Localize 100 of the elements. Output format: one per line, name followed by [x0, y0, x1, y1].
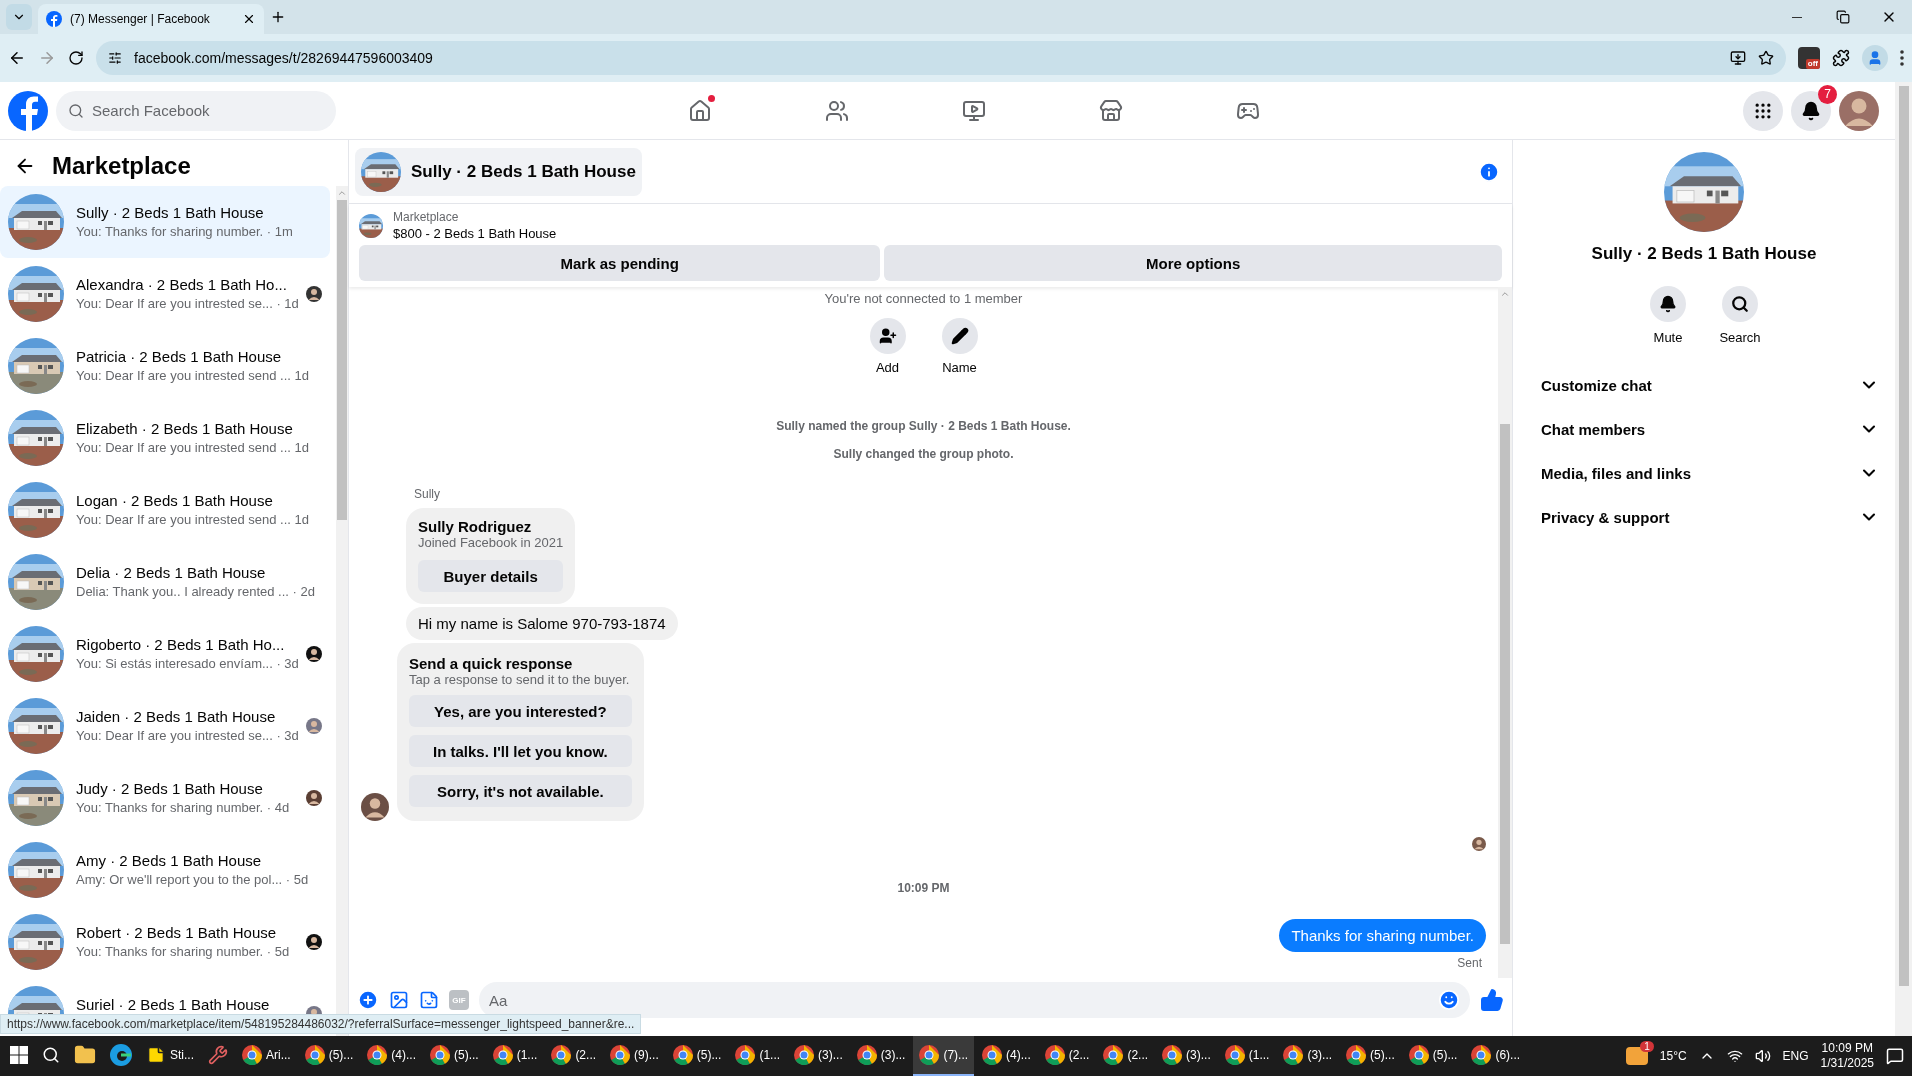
extension-button[interactable]: off — [1798, 47, 1820, 69]
new-tab-icon — [270, 9, 286, 25]
taskbar-app[interactable]: (5)... — [666, 1036, 728, 1076]
profile-button[interactable] — [1862, 45, 1888, 71]
conversation-item[interactable]: Rigoberto · 2 Beds 1 Bath Ho... You: Si estás interesado envíam... · 3d — [0, 618, 330, 690]
chrome-icon — [1346, 1045, 1367, 1065]
seen-avatar — [306, 286, 322, 302]
message-preview: You: Thanks for sharing number. · 4d — [76, 800, 291, 815]
seen-avatar — [306, 790, 322, 806]
conversation-item[interactable]: Elizabeth · 2 Beds 1 Bath House You: Dear If are you intrested send ... 1d — [0, 402, 330, 474]
back-icon — [8, 49, 26, 67]
taskbar-app[interactable]: (4)... — [361, 1036, 423, 1076]
conversation-item[interactable]: Robert · 2 Beds 1 Bath House You: Thanks for sharing number. · 5d — [0, 906, 330, 978]
message-preview: You: Dear If are you intrested send ... 1d — [76, 368, 310, 383]
message-preview: You: Dear If are you intrested send ... 1d — [76, 512, 310, 527]
conversation-item[interactable]: Patricia · 2 Beds 1 Bath House You: Dear If are you intrested send ... 1d — [0, 330, 330, 402]
conversation-name: Alexandra · 2 Beds 1 Bath Ho... — [76, 276, 288, 293]
conversation-item[interactable]: Jaiden · 2 Beds 1 Bath House You: Dear If are you intrested se... · 3d — [0, 690, 330, 762]
conversation-name: Logan · 2 Beds 1 Bath House — [76, 492, 274, 509]
accordion-section[interactable]: Media, files and links — [1529, 451, 1879, 495]
accordion-section[interactable]: Customize chat — [1529, 363, 1879, 407]
conversation-item[interactable]: Alexandra · 2 Beds 1 Bath Ho... You: Dear If are you intrested se... · 1d — [0, 258, 330, 330]
buyer-details-button[interactable]: Buyer details — [418, 560, 564, 592]
taskbar-app[interactable]: (7)... — [913, 1036, 975, 1076]
accordion-section[interactable]: Chat members — [1529, 407, 1879, 451]
seen-avatar — [306, 646, 322, 662]
reload-icon — [68, 50, 84, 66]
buyer-subtitle: Joined Facebook in 2021 — [418, 535, 564, 550]
accordion-section[interactable]: Privacy & support — [1529, 495, 1879, 539]
search-field[interactable]: Search Facebook — [56, 90, 336, 131]
rename-button[interactable] — [941, 318, 978, 354]
message-preview: Delia: Thank you.. I already rented ... · 2d — [76, 584, 316, 599]
message-preview: You: Thanks for sharing number. · 1m — [76, 224, 294, 239]
conversation-item[interactable]: Logan · 2 Beds 1 Bath House You: Dear If are you intrested send ... 1d — [0, 474, 330, 546]
conversation-item[interactable]: Delia · 2 Beds 1 Bath House Delia: Thank you.. I already rented ... · 2d — [0, 546, 330, 618]
taskbar-app[interactable]: (6)... — [1465, 1036, 1527, 1076]
menu-button[interactable] — [1743, 90, 1783, 131]
chrome-icon — [735, 1045, 756, 1065]
message-preview: Amy: Or we'll report you to the pol... · 5d — [76, 872, 310, 887]
group-event-text: Sully named the group Sully · 2 Beds 1 Bath House. — [776, 419, 1071, 433]
seen-avatar — [306, 718, 322, 734]
taskbar-app[interactable]: (5)... — [298, 1036, 360, 1076]
search-button[interactable] — [1722, 286, 1758, 322]
taskbar-app[interactable]: (1... — [729, 1036, 787, 1076]
chrome-icon — [242, 1045, 262, 1065]
taskbar-app[interactable]: (1... — [1218, 1036, 1276, 1076]
conversation-item[interactable]: Sully · 2 Beds 1 Bath House You: Thanks for sharing number. · 1m — [0, 186, 330, 258]
address-bar[interactable]: facebook.com/messages/t/28269447596003409 — [96, 41, 1786, 75]
taskbar-app[interactable]: (5)... — [1402, 1036, 1464, 1076]
quick-reply-button[interactable]: In talks. I'll let you know. — [409, 735, 632, 767]
mute-button[interactable] — [1650, 286, 1686, 322]
timestamp: 10:09 PM — [897, 881, 950, 895]
quick-reply-button[interactable]: Sorry, it's not available. — [409, 775, 632, 807]
info-icon — [1478, 160, 1500, 183]
minimize-icon[interactable] — [1792, 16, 1802, 18]
video-icon — [961, 98, 986, 123]
chat-title-button[interactable]: Sully · 2 Beds 1 Bath House — [355, 147, 642, 196]
menu-icon[interactable] — [1900, 50, 1904, 66]
folder-icon — [74, 1044, 96, 1066]
conversation-name: Rigoberto · 2 Beds 1 Bath Ho... — [76, 636, 286, 653]
taskbar-app[interactable]: (3)... — [1156, 1036, 1217, 1076]
taskbar-app[interactable]: Ari... — [236, 1036, 297, 1076]
taskbar-app[interactable]: (2... — [1097, 1036, 1155, 1076]
conversation-name: Robert · 2 Beds 1 Bath House — [76, 924, 278, 941]
scroll-up-icon — [1500, 289, 1510, 299]
notifications-button[interactable] — [1791, 90, 1831, 131]
taskbar-app[interactable]: (4)... — [976, 1036, 1037, 1076]
buyer-name: Sully Rodriguez — [418, 518, 533, 535]
taskbar-app[interactable]: (2... — [545, 1036, 603, 1076]
taskbar-app[interactable]: (5)... — [1340, 1036, 1401, 1076]
facebook-logo[interactable] — [8, 90, 48, 131]
taskbar-app[interactable]: (5)... — [424, 1036, 485, 1076]
taskbar-app[interactable]: (2... — [1038, 1036, 1096, 1076]
chrome-icon — [1471, 1045, 1492, 1065]
taskbar-app[interactable]: (3)... — [788, 1036, 849, 1076]
conversation-item[interactable]: Judy · 2 Beds 1 Bath House You: Thanks for sharing number. · 4d — [0, 762, 330, 834]
quick-reply-button[interactable]: Yes, are you interested? — [409, 695, 632, 727]
windows-icon — [10, 1046, 28, 1064]
tab-search-button[interactable] — [6, 4, 32, 30]
clock[interactable]: 10:09 PM 1/31/2025 — [1820, 1041, 1874, 1071]
extensions-icon — [1832, 49, 1850, 67]
pencil-icon — [950, 327, 969, 345]
plus-icon — [357, 989, 379, 1011]
add-member-button[interactable] — [869, 318, 906, 354]
browser-tab[interactable]: (7) Messenger | Facebook — [38, 4, 264, 34]
url-tooltip: https://www.facebook.com/marketplace/item/548195284486032/?referralSurface=messenger_lightspeed_banner&re... — [0, 1014, 642, 1034]
photo-icon — [389, 990, 409, 1010]
conversation-item[interactable]: Amy · 2 Beds 1 Bath House Amy: Or we'll report you to the pol... · 5d — [0, 834, 330, 906]
message-bubble: Hi my name is Salome 970-793-1874 — [406, 607, 678, 640]
taskbar-app[interactable]: (3)... — [1277, 1036, 1339, 1076]
message-field[interactable]: Aa — [479, 982, 1470, 1018]
language-indicator[interactable]: ENG — [1782, 1049, 1809, 1063]
profile-avatar — [1839, 90, 1879, 131]
chrome-icon — [1224, 1045, 1245, 1065]
taskbar-app[interactable]: (9)... — [604, 1036, 665, 1076]
taskbar-app[interactable]: (3)... — [850, 1036, 912, 1076]
taskbar-app[interactable]: (1... — [486, 1036, 544, 1076]
listing-action-button[interactable]: Mark as pending — [359, 245, 881, 281]
taskbar-app[interactable]: Sti... — [140, 1036, 200, 1076]
listing-action-button[interactable]: More options — [884, 245, 1502, 281]
